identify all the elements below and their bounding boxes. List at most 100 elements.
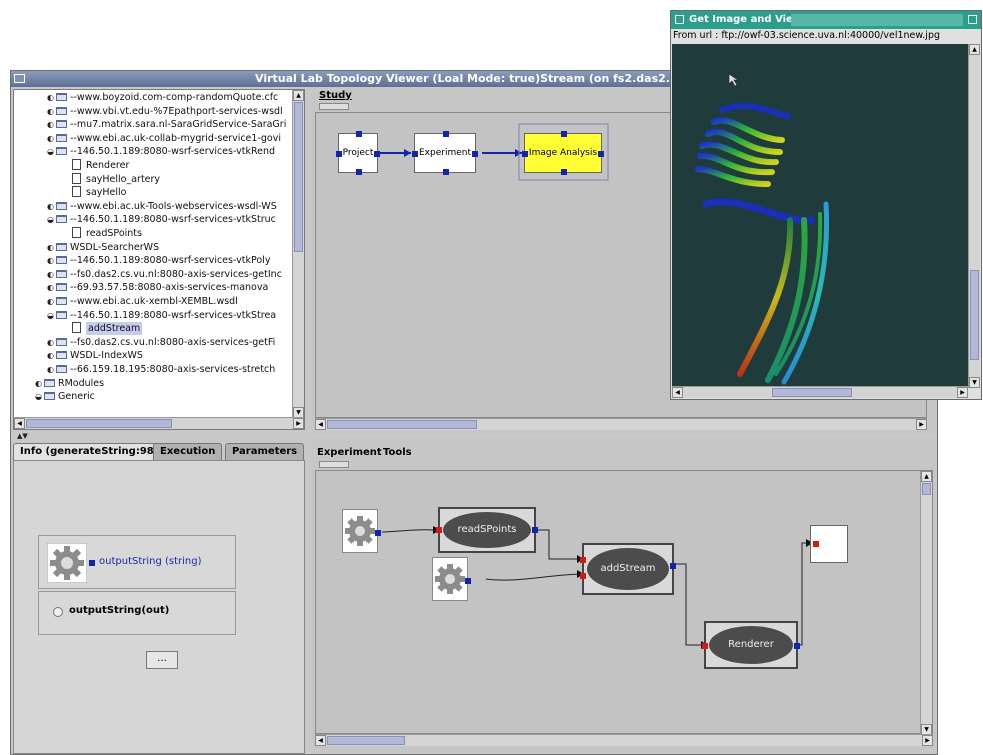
collapsed-toggle-icon[interactable]: ◐ bbox=[46, 351, 55, 360]
generate-string-node[interactable] bbox=[342, 509, 381, 553]
scroll-left-icon[interactable]: ◀ bbox=[315, 735, 326, 746]
tree-item-label: --146.50.1.189:8080-wsrf-services-vtkRen… bbox=[70, 146, 276, 158]
scroll-thumb[interactable] bbox=[922, 483, 931, 495]
study-menu[interactable]: Study bbox=[319, 90, 352, 101]
port[interactable] bbox=[598, 151, 604, 157]
window-menu-icon[interactable] bbox=[14, 74, 25, 83]
output-port[interactable] bbox=[532, 527, 538, 533]
node-readspoints[interactable]: readSPoints bbox=[436, 507, 538, 553]
scroll-up-icon[interactable]: ▲ bbox=[969, 44, 980, 55]
scroll-left-icon[interactable]: ◀ bbox=[315, 419, 326, 430]
scroll-up-icon[interactable]: ▲ bbox=[293, 90, 304, 101]
study-horizontal-scrollbar[interactable]: ◀ ▶ bbox=[315, 418, 927, 430]
viewer-menu-icon[interactable] bbox=[675, 15, 684, 24]
port[interactable] bbox=[472, 151, 478, 157]
collapsed-toggle-icon[interactable]: ◐ bbox=[46, 134, 55, 143]
output-port[interactable] bbox=[794, 643, 800, 649]
tab-parameters[interactable]: Parameters bbox=[225, 443, 305, 460]
scroll-right-icon[interactable]: ▶ bbox=[916, 419, 927, 430]
port[interactable] bbox=[356, 169, 362, 175]
port[interactable] bbox=[561, 131, 567, 137]
input-port[interactable] bbox=[813, 541, 819, 547]
port[interactable] bbox=[443, 131, 449, 137]
input-port[interactable] bbox=[436, 527, 442, 533]
viewer-titlebar[interactable]: Get Image and View bbox=[671, 11, 981, 29]
port[interactable] bbox=[443, 169, 449, 175]
scroll-thumb[interactable] bbox=[772, 388, 852, 397]
study-node-image-analysis[interactable]: Image Analysis bbox=[522, 131, 604, 175]
experiment-horizontal-scrollbar[interactable]: ◀ ▶ bbox=[315, 734, 933, 746]
experiment-vertical-scrollbar[interactable]: ▲ ▼ bbox=[920, 471, 932, 735]
collapsed-toggle-icon[interactable]: ◐ bbox=[46, 202, 55, 211]
scroll-right-icon[interactable]: ▶ bbox=[293, 418, 304, 429]
collapsed-toggle-icon[interactable]: ◐ bbox=[46, 243, 55, 252]
tree-item-label: --www.ebi.ac.uk-xembl-XEMBL.wsdl bbox=[70, 296, 238, 307]
expanded-toggle-icon[interactable]: ◒ bbox=[34, 392, 43, 401]
scroll-left-icon[interactable]: ◀ bbox=[14, 418, 25, 429]
port[interactable] bbox=[374, 151, 380, 157]
experiment-canvas[interactable]: readSPoints addStream Renderer ▲ ▼ bbox=[315, 470, 933, 735]
collapsed-toggle-icon[interactable]: ◐ bbox=[46, 120, 55, 129]
study-toolbar-handle[interactable] bbox=[319, 103, 349, 110]
experiment-toolbar-handle[interactable] bbox=[319, 461, 349, 468]
expanded-toggle-icon[interactable]: ◒ bbox=[46, 215, 55, 224]
scroll-thumb[interactable] bbox=[327, 736, 405, 745]
tree-horizontal-scrollbar[interactable]: ◀ ▶ bbox=[14, 417, 304, 429]
input-port[interactable] bbox=[580, 557, 586, 563]
output-radio[interactable] bbox=[53, 607, 63, 617]
collapsed-toggle-icon[interactable]: ◐ bbox=[46, 256, 55, 265]
collapsed-toggle-icon[interactable]: ◐ bbox=[34, 379, 43, 388]
collapsed-toggle-icon[interactable]: ◐ bbox=[46, 365, 55, 374]
expanded-toggle-icon[interactable]: ◒ bbox=[46, 311, 55, 320]
viewer-vertical-scrollbar[interactable]: ▲ ▼ bbox=[968, 44, 980, 388]
splitter-arrows-icon[interactable]: ▲▼ bbox=[17, 432, 28, 440]
scroll-left-icon[interactable]: ◀ bbox=[672, 387, 683, 398]
port[interactable] bbox=[375, 530, 381, 536]
output-option-box: outputString(out) bbox=[38, 591, 236, 635]
port[interactable] bbox=[522, 151, 528, 157]
port[interactable] bbox=[465, 578, 471, 584]
collapsed-toggle-icon[interactable]: ◐ bbox=[46, 297, 55, 306]
scroll-thumb[interactable] bbox=[327, 420, 477, 429]
collapsed-toggle-icon[interactable]: ◐ bbox=[46, 107, 55, 116]
input-port[interactable] bbox=[702, 643, 708, 649]
output-port[interactable] bbox=[670, 563, 676, 569]
viewer-horizontal-scrollbar[interactable]: ◀ ▶ bbox=[672, 386, 968, 398]
port[interactable] bbox=[336, 151, 342, 157]
file-icon bbox=[72, 227, 81, 238]
scroll-right-icon[interactable]: ▶ bbox=[957, 387, 968, 398]
scroll-right-icon[interactable]: ▶ bbox=[922, 735, 933, 746]
scroll-thumb[interactable] bbox=[970, 270, 979, 360]
output-display-node[interactable] bbox=[810, 525, 848, 563]
output-port[interactable] bbox=[89, 560, 95, 566]
scroll-up-icon[interactable]: ▲ bbox=[921, 471, 932, 482]
folder-icon bbox=[56, 106, 67, 115]
collapsed-toggle-icon[interactable]: ◐ bbox=[46, 93, 55, 102]
more-button[interactable]: ... bbox=[146, 651, 178, 669]
tree-vertical-scrollbar[interactable]: ▲ ▼ bbox=[292, 90, 304, 418]
output-radio-label: outputString(out) bbox=[69, 605, 170, 616]
tab-execution[interactable]: Execution bbox=[153, 443, 223, 460]
node-addstream[interactable]: addStream bbox=[580, 543, 676, 595]
tab-info[interactable]: Info (generateString:987) bbox=[13, 443, 173, 460]
port[interactable] bbox=[561, 169, 567, 175]
viewer-maximize-icon[interactable] bbox=[968, 15, 977, 24]
service-tree[interactable]: ◐ --www.boyzoid.com-comp-randomQuote.cfc ◐… bbox=[13, 89, 305, 430]
node-renderer[interactable]: Renderer bbox=[702, 621, 800, 669]
expanded-toggle-icon[interactable]: ◒ bbox=[46, 147, 55, 156]
collapsed-toggle-icon[interactable]: ◐ bbox=[46, 338, 55, 347]
collapsed-toggle-icon[interactable]: ◐ bbox=[46, 270, 55, 279]
study-node-experiment[interactable]: Experiment bbox=[412, 131, 478, 175]
scroll-thumb[interactable] bbox=[26, 419, 172, 428]
port[interactable] bbox=[356, 131, 362, 137]
folder-icon bbox=[56, 215, 67, 224]
experiment-menu[interactable]: Experiment bbox=[317, 447, 382, 458]
scroll-down-icon[interactable]: ▼ bbox=[969, 377, 980, 388]
study-node-project[interactable]: Project bbox=[336, 131, 380, 175]
input-port[interactable] bbox=[580, 573, 586, 579]
tools-menu[interactable]: Tools bbox=[383, 447, 412, 458]
generate-string-node-2[interactable] bbox=[432, 557, 471, 601]
scroll-thumb[interactable] bbox=[294, 102, 303, 252]
port[interactable] bbox=[412, 151, 418, 157]
collapsed-toggle-icon[interactable]: ◐ bbox=[46, 283, 55, 292]
